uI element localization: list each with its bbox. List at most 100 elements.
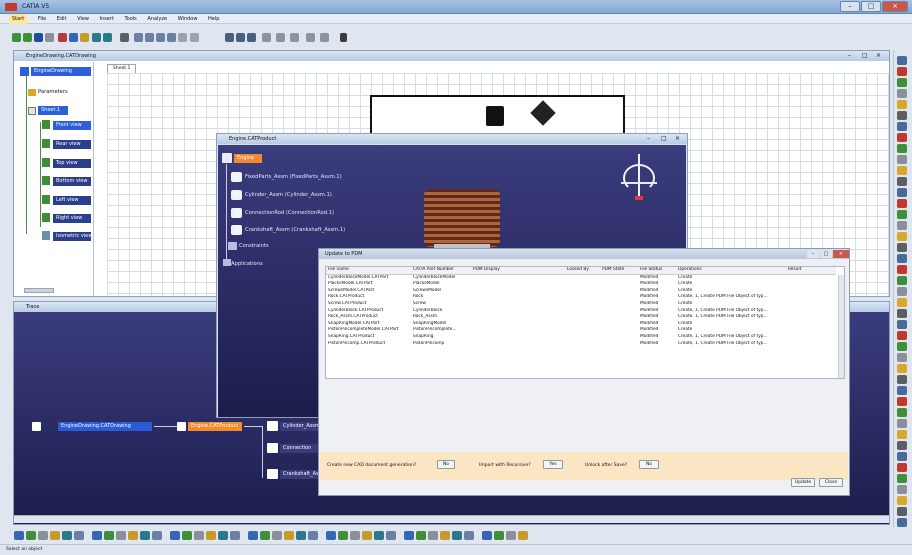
fit-all-icon[interactable]	[167, 33, 176, 42]
tool-icon[interactable]	[326, 531, 336, 540]
tree-item-right-view[interactable]: Right view	[53, 214, 91, 223]
compass-icon[interactable]	[617, 154, 661, 206]
dialog-close-text-button[interactable]: Close	[819, 478, 843, 487]
lower-scrollbar[interactable]	[14, 515, 889, 523]
product-tree-connectionrod[interactable]: ConnectionRod (ConnectionRod.1)	[245, 209, 334, 218]
product-window-maximize[interactable]: □	[661, 135, 667, 142]
open-icon[interactable]	[23, 33, 32, 42]
tool-icon[interactable]	[494, 531, 504, 540]
drawing-window-maximize[interactable]: □	[862, 52, 868, 59]
normal-view-icon[interactable]	[178, 33, 187, 42]
detail-view-icon[interactable]	[247, 33, 256, 42]
col-header[interactable]: Operations	[676, 267, 786, 274]
table-row[interactable]: PistonPincompleteModel.CATPart PistonPinc…	[326, 327, 836, 334]
product-window-close[interactable]: ×	[675, 135, 680, 142]
zoom-icon[interactable]	[134, 33, 143, 42]
tool-icon[interactable]	[416, 531, 426, 540]
tool-icon[interactable]	[194, 531, 204, 540]
tool-icon[interactable]	[284, 531, 294, 540]
pan-icon[interactable]	[145, 33, 154, 42]
dimension-icon[interactable]	[262, 33, 271, 42]
tool-icon[interactable]	[897, 331, 907, 340]
tool-icon[interactable]	[362, 531, 372, 540]
tool-icon[interactable]	[897, 133, 907, 142]
tool-icon[interactable]	[897, 485, 907, 494]
menu-tools[interactable]: Tools	[124, 14, 136, 24]
tool-icon[interactable]	[897, 507, 907, 516]
tool-icon[interactable]	[218, 531, 228, 540]
tool-icon[interactable]	[518, 531, 528, 540]
tool-icon[interactable]	[140, 531, 150, 540]
rotate-icon[interactable]	[156, 33, 165, 42]
grid-icon[interactable]	[306, 33, 315, 42]
tool-icon[interactable]	[506, 531, 516, 540]
tool-icon[interactable]	[26, 531, 36, 540]
col-header[interactable]: File name	[326, 267, 411, 274]
import-recursive-dropdown[interactable]: Yes	[543, 460, 563, 469]
undo-icon[interactable]	[92, 33, 101, 42]
tree-item-top-view[interactable]: Top view	[53, 159, 91, 168]
tool-icon[interactable]	[897, 177, 907, 186]
product-tree-crankshaft[interactable]: Crankshaft_Assm (Crankshaft_Assm.1)	[245, 226, 345, 235]
menu-file[interactable]: File	[38, 14, 46, 24]
front-view-icon[interactable]	[225, 33, 234, 42]
table-row[interactable]: SnapRingModel.CATPart SnapRingModel Modifi…	[326, 321, 836, 328]
tool-icon[interactable]	[897, 210, 907, 219]
tool-icon[interactable]	[206, 531, 216, 540]
tool-icon[interactable]	[897, 452, 907, 461]
cut-icon[interactable]	[58, 33, 67, 42]
table-row[interactable]: Screw.CATProduct Screw Modified Create	[326, 301, 836, 308]
table-row[interactable]: Rock.CATProduct Rock Modified Create, 1, Cr…	[326, 294, 836, 301]
tree-item-bottom-view[interactable]: Bottom view	[53, 177, 91, 186]
table-scrollbar[interactable]	[838, 275, 844, 378]
tool-icon[interactable]	[116, 531, 126, 540]
paste-icon[interactable]	[80, 33, 89, 42]
redo-icon[interactable]	[103, 33, 112, 42]
tool-icon[interactable]	[897, 375, 907, 384]
annotation-icon[interactable]	[276, 33, 285, 42]
tool-icon[interactable]	[338, 531, 348, 540]
tool-icon[interactable]	[897, 397, 907, 406]
col-header[interactable]: CATIA Part Number	[411, 267, 471, 274]
tool-icon[interactable]	[897, 89, 907, 98]
tool-icon[interactable]	[897, 408, 907, 417]
tool-icon[interactable]	[897, 111, 907, 120]
tool-icon[interactable]	[897, 298, 907, 307]
tool-icon[interactable]	[230, 531, 240, 540]
menu-analyze[interactable]: Analyze	[147, 14, 167, 24]
tool-icon[interactable]	[897, 353, 907, 362]
menu-window[interactable]: Window	[178, 14, 198, 24]
tool-icon[interactable]	[897, 232, 907, 241]
product-tree-applications[interactable]: Applications	[231, 260, 263, 269]
minimize-button[interactable]: –	[840, 1, 860, 12]
print-icon[interactable]	[45, 33, 54, 42]
tool-icon[interactable]	[350, 531, 360, 540]
tool-icon[interactable]	[897, 287, 907, 296]
tree-scroll-thumb[interactable]	[24, 288, 54, 293]
tool-icon[interactable]	[440, 531, 450, 540]
tree-item-rear-view[interactable]: Rear view	[53, 140, 91, 149]
product-tree-root[interactable]: Engine	[234, 154, 262, 163]
tool-icon[interactable]	[897, 463, 907, 472]
tool-icon[interactable]	[464, 531, 474, 540]
tool-icon[interactable]	[897, 496, 907, 505]
tree-item-left-view[interactable]: Left view	[53, 196, 91, 205]
dialog-maximize-button[interactable]: □	[820, 250, 832, 258]
tool-icon[interactable]	[897, 419, 907, 428]
tool-icon[interactable]	[897, 441, 907, 450]
col-header[interactable]: PDM State	[600, 267, 638, 274]
tool-icon[interactable]	[296, 531, 306, 540]
menu-insert[interactable]: Insert	[100, 14, 114, 24]
pointer-icon[interactable]	[120, 33, 129, 42]
tool-icon[interactable]	[152, 531, 162, 540]
tool-icon[interactable]	[14, 531, 24, 540]
tool-icon[interactable]	[897, 155, 907, 164]
tree-item-parameters[interactable]: Parameters	[38, 88, 93, 97]
col-header[interactable]: Result	[786, 267, 836, 274]
table-row[interactable]: Rock_Assm.CATProduct Rock_Assm Modified Cre…	[326, 314, 836, 321]
tool-icon[interactable]	[897, 276, 907, 285]
tool-icon[interactable]	[897, 243, 907, 252]
copy-icon[interactable]	[69, 33, 78, 42]
tool-icon[interactable]	[260, 531, 270, 540]
tool-icon[interactable]	[897, 221, 907, 230]
